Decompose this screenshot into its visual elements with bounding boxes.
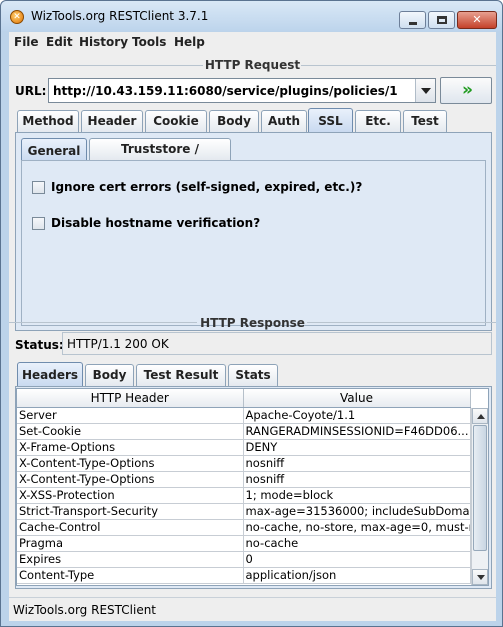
header-value-cell[interactable]: 1; mode=block: [243, 487, 471, 504]
header-name-cell[interactable]: Pragma: [17, 535, 244, 552]
header-value-cell[interactable]: max-age=31536000; includeSubDoma...: [243, 503, 471, 520]
response-section-title: HTTP Response: [200, 316, 305, 330]
divider: [307, 322, 496, 323]
url-dropdown-button[interactable]: [415, 79, 435, 102]
subtab-truststore-keystore[interactable]: Truststore / Keystore: [89, 138, 231, 176]
maximize-icon: [437, 16, 447, 24]
header-name-cell[interactable]: X-XSS-Protection: [17, 487, 244, 504]
headers-grid: HTTP Header Value Server Apache-Coyote/1.…: [17, 389, 471, 584]
table-row[interactable]: Expires 0: [17, 551, 471, 568]
menu-history[interactable]: History: [79, 35, 128, 49]
ssl-general-panel: Ignore cert errors (self-signed, expired…: [21, 160, 486, 326]
header-name-cell[interactable]: Strict-Transport-Security: [17, 503, 244, 520]
scroll-up-icon[interactable]: [472, 408, 488, 424]
tab-body[interactable]: Body: [209, 110, 259, 132]
tab-header[interactable]: Header: [81, 110, 143, 132]
ignore-cert-errors-label[interactable]: Ignore cert errors (self-signed, expired…: [51, 180, 362, 194]
tab-test-result[interactable]: Test Result: [136, 364, 226, 386]
window-title: WizTools.org RESTClient 3.7.1: [31, 9, 209, 23]
header-value-cell[interactable]: DENY: [243, 439, 471, 456]
minimize-icon: [409, 22, 417, 25]
url-label: URL:: [15, 84, 47, 98]
status-field: HTTP/1.1 200 OK: [62, 332, 492, 355]
header-value-cell[interactable]: Apache-Coyote/1.1: [243, 407, 471, 424]
header-name-cell[interactable]: X-Content-Type-Options: [17, 471, 244, 488]
scroll-down-icon[interactable]: [472, 569, 488, 585]
header-value-cell[interactable]: no-cache, no-store, max-age=0, must-r...: [243, 519, 471, 536]
header-name-cell[interactable]: Expires: [17, 551, 244, 568]
table-row[interactable]: Server Apache-Coyote/1.1: [17, 407, 471, 424]
table-row[interactable]: Content-Type application/json: [17, 567, 471, 584]
table-row[interactable]: X-XSS-Protection 1; mode=block: [17, 487, 471, 504]
menu-tools[interactable]: Tools: [132, 35, 166, 49]
header-value-cell[interactable]: application/json: [243, 567, 471, 584]
header-value-cell[interactable]: no-cache: [243, 535, 471, 552]
tab-cookie[interactable]: Cookie: [145, 110, 207, 132]
table-row[interactable]: Pragma no-cache: [17, 535, 471, 552]
tab-ssl[interactable]: SSL: [308, 108, 353, 132]
menu-help[interactable]: Help: [174, 35, 205, 49]
tab-headers[interactable]: Headers: [17, 362, 83, 386]
tab-stats[interactable]: Stats: [228, 364, 278, 386]
table-scrollbar[interactable]: [471, 408, 488, 585]
table-row[interactable]: Cache-Control no-cache, no-store, max-age…: [17, 519, 471, 536]
disable-hostname-verification-label[interactable]: Disable hostname verification?: [51, 216, 260, 230]
maximize-button[interactable]: [428, 11, 455, 29]
request-tabs: Method Header Cookie Body Auth SSL Etc. …: [17, 108, 492, 132]
column-header-value[interactable]: Value: [243, 389, 471, 408]
table-row[interactable]: X-Content-Type-Options nosniff: [17, 455, 471, 472]
response-tabs: Headers Body Test Result Stats: [17, 362, 317, 386]
menu-file[interactable]: File: [14, 35, 39, 49]
menu-bar: File Edit History Tools Help: [9, 32, 496, 52]
divider: [301, 65, 496, 66]
table-header-row: HTTP Header Value: [17, 389, 471, 408]
close-button[interactable]: ✕: [457, 11, 497, 29]
tab-auth[interactable]: Auth: [261, 110, 307, 132]
menu-edit[interactable]: Edit: [46, 35, 73, 49]
title-bar[interactable]: ✕ WizTools.org RESTClient 3.7.1 ✕: [1, 1, 502, 31]
double-arrow-icon: »: [462, 80, 473, 100]
subtab-general[interactable]: General: [21, 138, 87, 162]
header-name-cell[interactable]: Content-Type: [17, 567, 244, 584]
table-row[interactable]: Set-Cookie RANGERADMINSESSIONID=F46DD06..…: [17, 423, 471, 440]
disable-hostname-verification-checkbox[interactable]: [32, 217, 45, 230]
app-window: ✕ WizTools.org RESTClient 3.7.1 ✕ File E…: [0, 0, 503, 627]
header-value-cell[interactable]: nosniff: [243, 471, 471, 488]
status-value: HTTP/1.1 200 OK: [67, 337, 169, 351]
url-combobox[interactable]: http://10.43.159.11:6080/service/plugins…: [48, 78, 436, 103]
send-request-button[interactable]: »: [440, 77, 492, 104]
client-area: File Edit History Tools Help HTTP Reques…: [9, 32, 496, 621]
header-name-cell[interactable]: X-Content-Type-Options: [17, 455, 244, 472]
table-row[interactable]: Strict-Transport-Security max-age=3153600…: [17, 503, 471, 520]
ssl-panel: General Truststore / Keystore Ignore cer…: [15, 132, 492, 331]
status-label: Status:: [15, 338, 64, 352]
header-name-cell[interactable]: X-Frame-Options: [17, 439, 244, 456]
table-row[interactable]: X-Frame-Options DENY: [17, 439, 471, 456]
header-name-cell[interactable]: Set-Cookie: [17, 423, 244, 440]
status-bar: WizTools.org RESTClient: [9, 597, 496, 621]
status-bar-text: WizTools.org RESTClient: [13, 603, 157, 617]
tab-method[interactable]: Method: [17, 110, 79, 132]
header-value-cell[interactable]: 0: [243, 551, 471, 568]
close-icon: ✕: [472, 13, 482, 26]
minimize-button[interactable]: [399, 11, 426, 29]
response-headers-table: HTTP Header Value Server Apache-Coyote/1.…: [16, 388, 489, 586]
scrollbar-thumb[interactable]: [473, 425, 487, 551]
tab-response-body[interactable]: Body: [85, 364, 134, 386]
table-row[interactable]: X-Content-Type-Options nosniff: [17, 471, 471, 488]
tab-etc[interactable]: Etc.: [355, 110, 401, 132]
header-name-cell[interactable]: Server: [17, 407, 244, 424]
ssl-subtabs: General Truststore / Keystore: [21, 138, 481, 176]
header-value-cell[interactable]: nosniff: [243, 455, 471, 472]
tab-test[interactable]: Test: [403, 110, 447, 132]
header-name-cell[interactable]: Cache-Control: [17, 519, 244, 536]
url-input[interactable]: http://10.43.159.11:6080/service/plugins…: [53, 84, 398, 98]
header-value-cell[interactable]: RANGERADMINSESSIONID=F46DD06...: [243, 423, 471, 440]
ignore-cert-errors-checkbox[interactable]: [32, 181, 45, 194]
app-logo-icon: ✕: [10, 10, 24, 24]
column-header-http-header[interactable]: HTTP Header: [17, 389, 244, 408]
